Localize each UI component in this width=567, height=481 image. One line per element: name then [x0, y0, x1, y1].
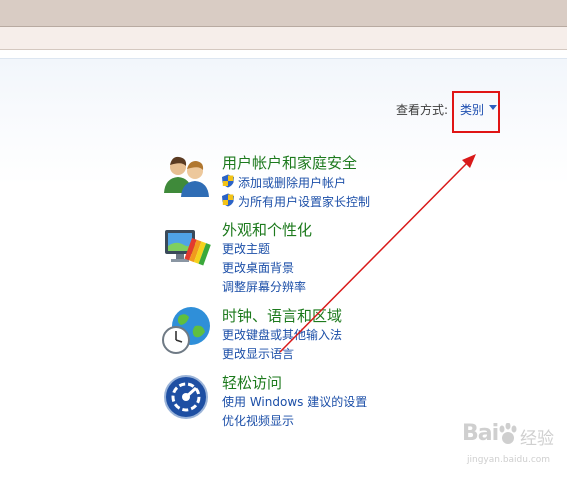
category-title-user-accounts[interactable]: 用户帐户和家庭安全 — [222, 152, 357, 173]
link-add-remove-user-accounts[interactable]: 添加或删除用户帐户 — [238, 174, 346, 191]
watermark-text: 经验 — [520, 429, 554, 449]
ease-of-access-icon[interactable] — [163, 374, 209, 420]
toolbar-gap — [0, 50, 567, 58]
baidu-logo: Bai — [462, 421, 499, 446]
category-title-ease-of-access[interactable]: 轻松访问 — [222, 372, 282, 393]
link-optimize-video-display[interactable]: 优化视频显示 — [222, 412, 294, 429]
users-icon[interactable] — [162, 153, 212, 199]
paw-icon — [499, 423, 517, 444]
address-bar-area — [0, 27, 567, 50]
uac-shield-icon — [222, 174, 234, 188]
link-change-desktop-background[interactable]: 更改桌面背景 — [222, 259, 294, 276]
link-change-theme[interactable]: 更改主题 — [222, 240, 270, 257]
clock-globe-icon[interactable] — [161, 304, 213, 356]
annotation-highlight-box — [452, 91, 500, 133]
category-title-appearance[interactable]: 外观和个性化 — [222, 219, 312, 240]
link-use-windows-recommended-settings[interactable]: 使用 Windows 建议的设置 — [222, 393, 367, 410]
window-title-bar — [0, 0, 567, 27]
uac-shield-icon — [222, 193, 234, 207]
link-change-keyboard-input[interactable]: 更改键盘或其他输入法 — [222, 326, 342, 343]
link-adjust-screen-resolution[interactable]: 调整屏幕分辨率 — [222, 278, 306, 295]
baidu-watermark: Bai 经验 jingyan.baidu.com — [462, 421, 562, 467]
link-set-parental-controls[interactable]: 为所有用户设置家长控制 — [238, 193, 370, 210]
watermark-url: jingyan.baidu.com — [467, 455, 551, 465]
category-title-clock-language-region[interactable]: 时钟、语言和区域 — [222, 305, 342, 326]
link-change-display-language[interactable]: 更改显示语言 — [222, 345, 294, 362]
view-by-label: 查看方式: — [396, 103, 449, 117]
appearance-icon[interactable] — [162, 226, 212, 270]
